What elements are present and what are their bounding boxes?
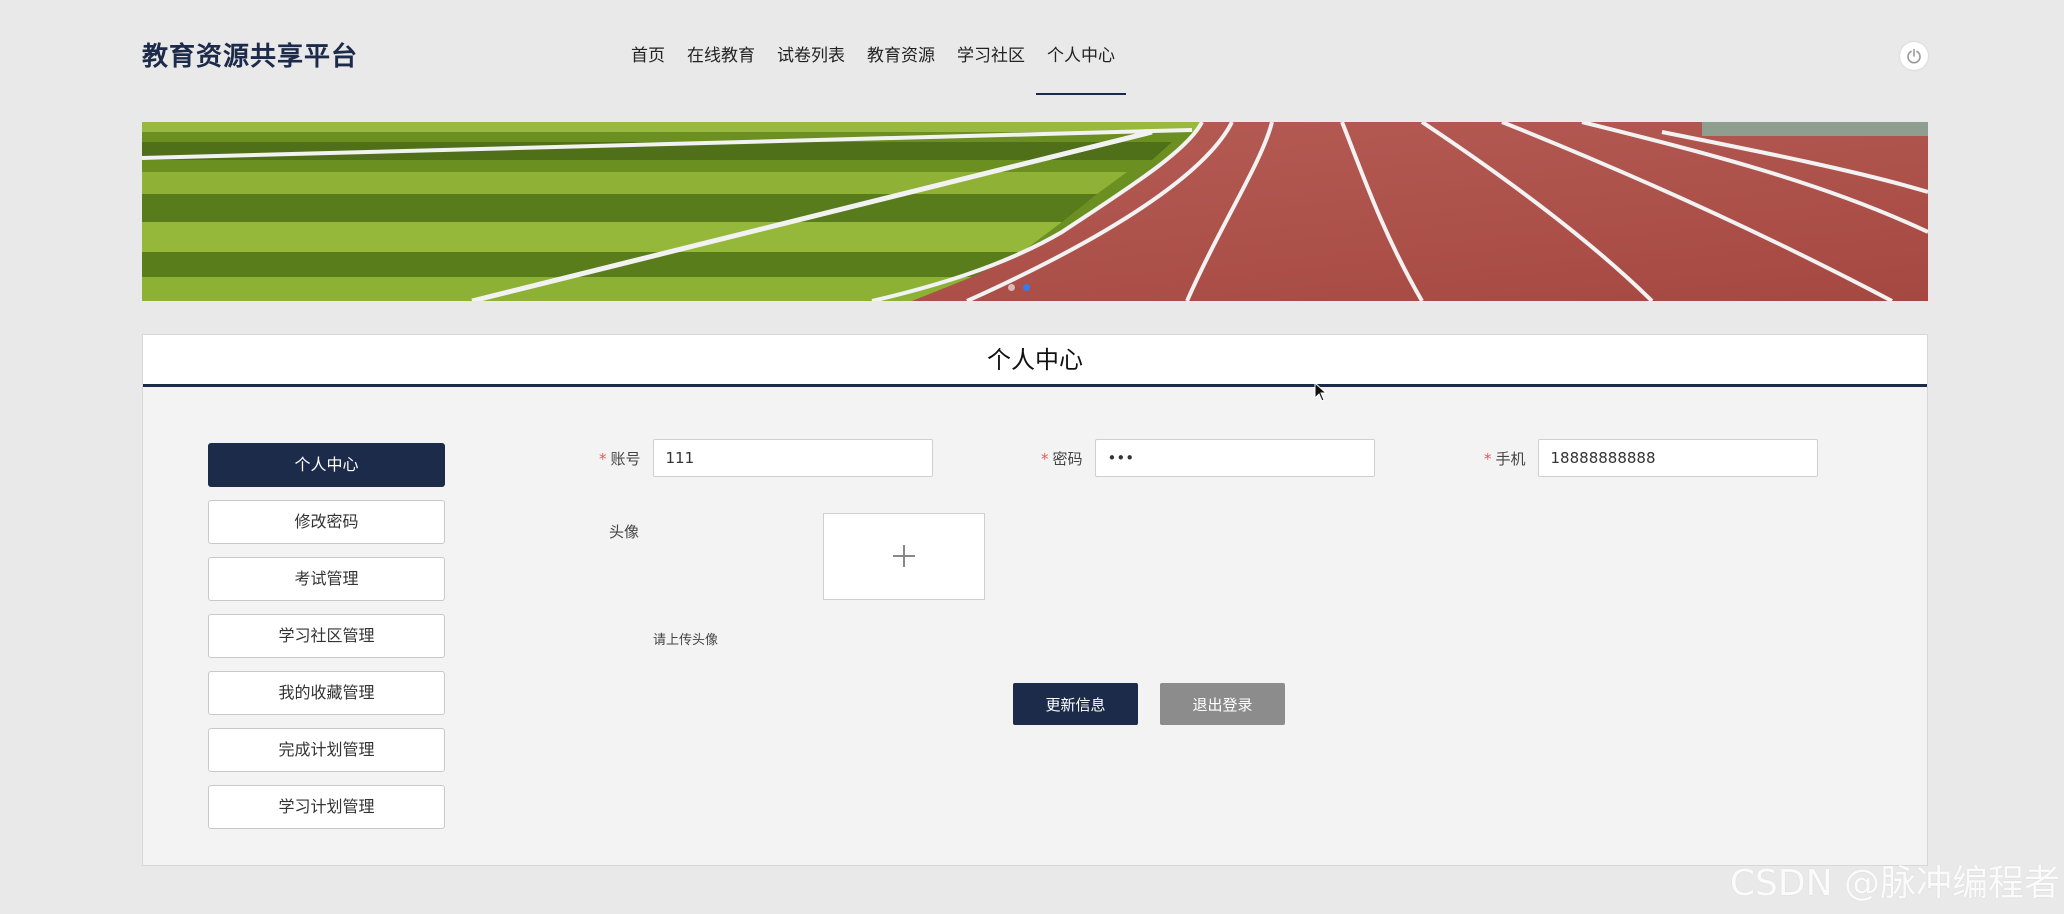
main-nav: 首页 在线教育 试卷列表 教育资源 学习社区 个人中心: [620, 0, 1126, 96]
banner-image: [142, 122, 1928, 301]
side-item-community-management[interactable]: 学习社区管理: [208, 614, 445, 658]
banner-carousel[interactable]: [142, 122, 1928, 301]
carousel-dot-2[interactable]: [1023, 284, 1030, 291]
password-label: * 密码: [1041, 448, 1083, 469]
nav-item-exam-list[interactable]: 试卷列表: [766, 0, 856, 96]
carousel-dot-1[interactable]: [1008, 284, 1015, 291]
phone-label-text: 手机: [1495, 449, 1526, 468]
side-item-change-password[interactable]: 修改密码: [208, 500, 445, 544]
personal-center-panel: 个人中心 个人中心 修改密码 考试管理 学习社区管理 我的收藏管理 完成计划管理…: [142, 334, 1928, 866]
nav-item-home[interactable]: 首页: [620, 0, 676, 96]
side-item-favorites-management[interactable]: 我的收藏管理: [208, 671, 445, 715]
nav-item-learning-community[interactable]: 学习社区: [946, 0, 1036, 96]
avatar-label: 头像: [609, 523, 640, 541]
account-field: * 账号: [599, 439, 933, 477]
required-mark: *: [1041, 449, 1049, 468]
avatar-upload-tip: 请上传头像: [653, 633, 719, 648]
nav-item-personal-center[interactable]: 个人中心: [1036, 0, 1126, 96]
panel-title: 个人中心: [143, 335, 1927, 387]
logout-button[interactable]: 退出登录: [1160, 683, 1285, 725]
side-item-completed-plan-management[interactable]: 完成计划管理: [208, 728, 445, 772]
password-field: * 密码: [1041, 439, 1375, 477]
avatar-upload[interactable]: [823, 513, 985, 600]
phone-label: * 手机: [1484, 448, 1526, 469]
phone-field: * 手机: [1484, 439, 1818, 477]
nav-item-online-education[interactable]: 在线教育: [676, 0, 766, 96]
account-input[interactable]: [652, 439, 933, 477]
power-icon: [1907, 48, 1921, 64]
side-menu: 个人中心 修改密码 考试管理 学习社区管理 我的收藏管理 完成计划管理 学习计划…: [208, 443, 445, 842]
account-label: * 账号: [599, 448, 641, 469]
update-info-button[interactable]: 更新信息: [1013, 683, 1138, 725]
side-item-exam-management[interactable]: 考试管理: [208, 557, 445, 601]
power-button[interactable]: [1900, 42, 1928, 70]
required-mark: *: [1484, 449, 1492, 468]
side-item-study-plan-management[interactable]: 学习计划管理: [208, 785, 445, 829]
nav-item-education-resources[interactable]: 教育资源: [856, 0, 946, 96]
required-mark: *: [599, 449, 607, 468]
phone-input[interactable]: [1537, 439, 1818, 477]
password-label-text: 密码: [1052, 449, 1083, 468]
plus-icon: [893, 545, 915, 567]
password-input[interactable]: [1094, 439, 1375, 477]
site-title[interactable]: 教育资源共享平台: [142, 36, 358, 73]
top-bar: 教育资源共享平台 首页 在线教育 试卷列表 教育资源 学习社区 个人中心: [0, 0, 2064, 122]
watermark: CSDN @脉冲编程者: [1729, 863, 2060, 904]
carousel-indicators: [1008, 284, 1030, 291]
account-label-text: 账号: [610, 449, 641, 468]
side-item-personal-center[interactable]: 个人中心: [208, 443, 445, 487]
mouse-cursor-icon: [1314, 382, 1328, 402]
